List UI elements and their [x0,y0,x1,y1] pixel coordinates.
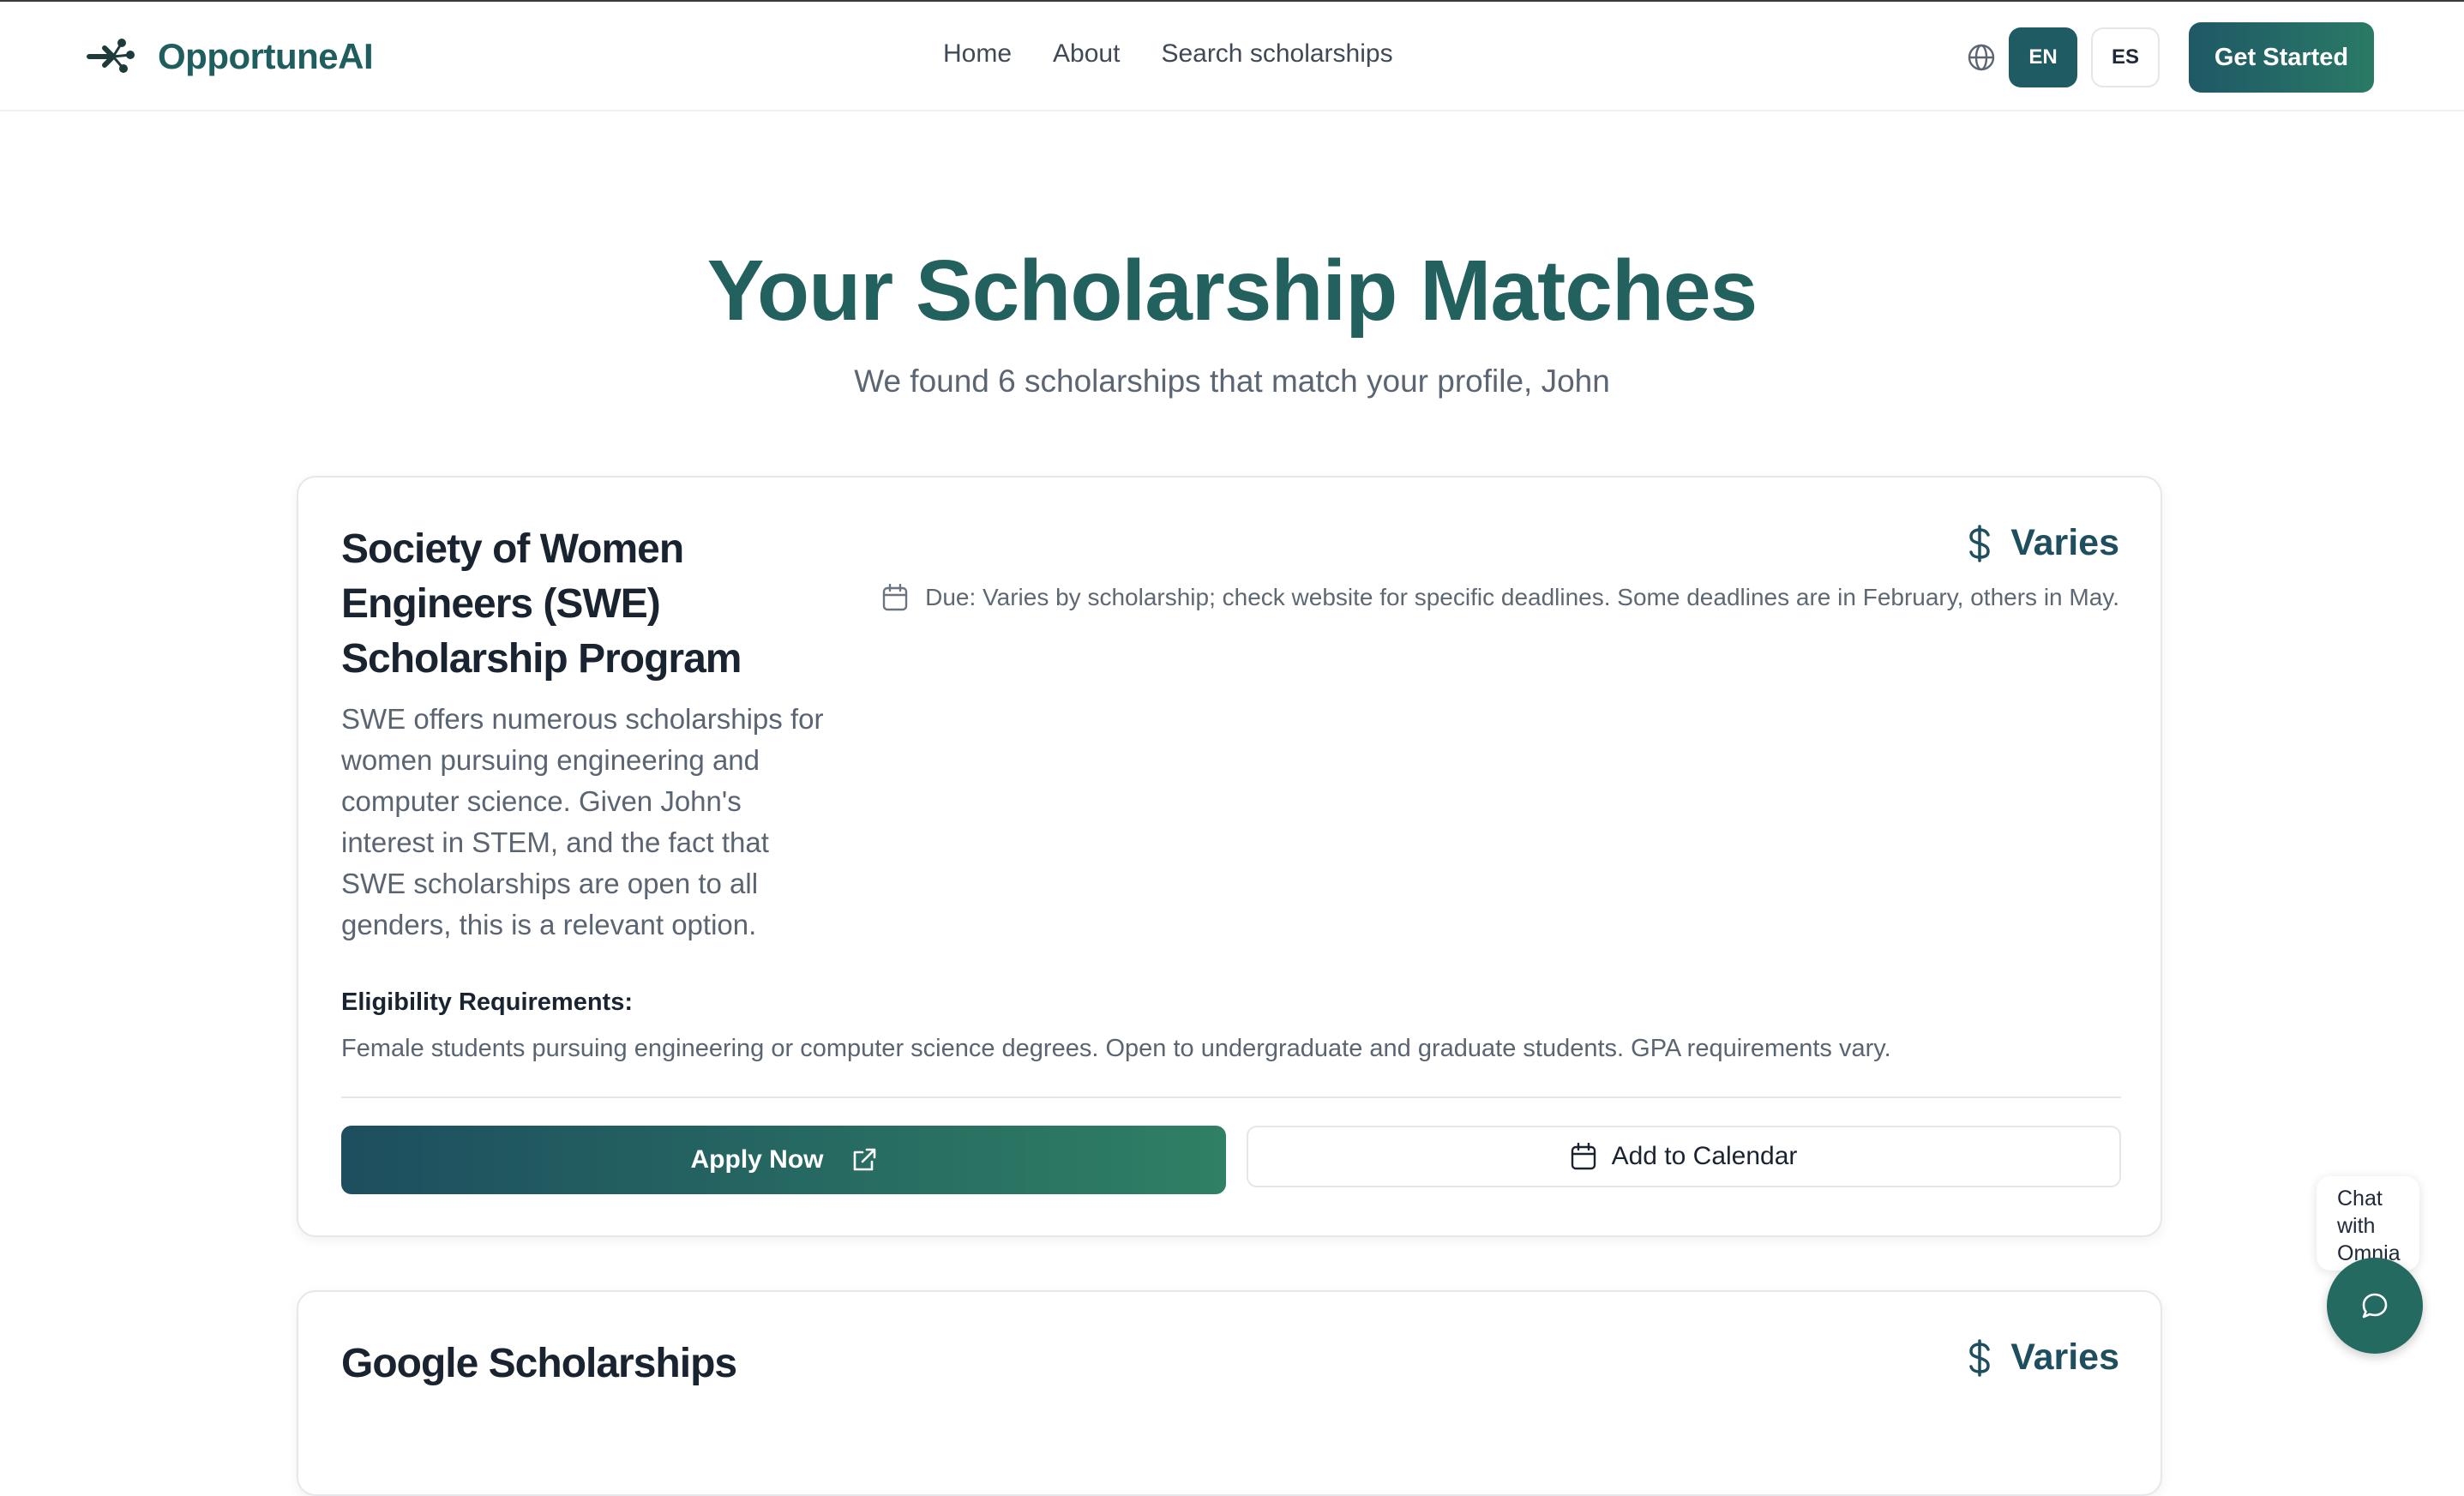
amount-text: Varies [2010,522,2119,563]
calendar-icon [882,584,908,611]
top-navbar: OpportuneAI Home About Search scholarshi… [0,2,2464,111]
logo-icon [87,39,135,73]
scholarship-amount: Varies [1964,522,2119,564]
calendar-icon [1571,1143,1596,1170]
add-to-calendar-label: Add to Calendar [1611,1142,1798,1170]
globe-icon [1968,44,1995,71]
scholarship-title: Society of Women Engineers (SWE) Scholar… [341,526,742,682]
nav-home[interactable]: Home [943,39,1012,69]
nav-search-scholarships[interactable]: Search scholarships [1161,39,1392,69]
page-title: Your Scholarship Matches [706,243,1758,339]
page-subtitle: We found 6 scholarships that match your … [854,363,1610,399]
due-date: Due: Varies by scholarship; check websit… [882,584,2119,611]
scholarship-title: Google Scholarships [341,1341,737,1386]
due-date-text: Due: Varies by scholarship; check websit… [925,584,2119,610]
apply-now-button[interactable]: Apply Now [341,1126,1226,1194]
chat-icon [2362,1293,2388,1319]
chat-tooltip: Chat with Omnia [2317,1176,2419,1281]
nav-about[interactable]: About [1053,39,1120,69]
amount-text: Varies [2010,1337,2119,1378]
add-to-calendar-button[interactable]: Add to Calendar [1247,1126,2121,1187]
brand-name: OpportuneAI [158,36,374,76]
dollar-icon [1969,524,1991,562]
external-link-icon [853,1148,875,1171]
brand-logo[interactable]: OpportuneAI [86,34,374,79]
scholarship-card: Society of Women Engineers (SWE) Scholar… [297,476,2162,1237]
scholarship-amount: Varies [1964,1337,2119,1379]
scholarship-description: SWE offers numerous scholarships for wom… [341,703,824,940]
scholarship-card: Google Scholarships Varies [297,1290,2162,1496]
eligibility-label: Eligibility Requirements: [341,988,633,1016]
card-divider [341,1096,2121,1098]
language-es-button[interactable]: ES [2091,27,2160,87]
apply-now-label: Apply Now [690,1145,824,1174]
dollar-icon [1969,1338,1991,1377]
main-nav: Home About Search scholarships [943,39,1434,69]
language-en-button[interactable]: EN [2009,27,2077,87]
eligibility-text: Female students pursuing engineering or … [341,1035,1891,1062]
chat-button[interactable] [2327,1258,2423,1354]
get-started-button[interactable]: Get Started [2189,22,2374,93]
